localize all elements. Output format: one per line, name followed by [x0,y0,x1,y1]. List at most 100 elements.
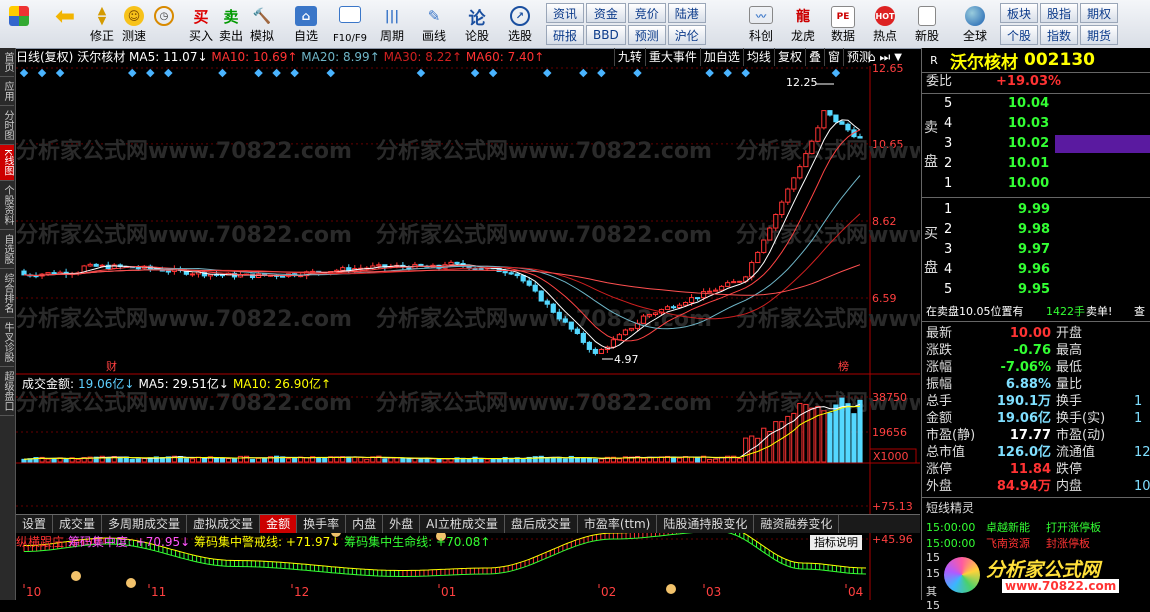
chart-tool-0[interactable]: 九转 [613,48,645,66]
f10-button[interactable]: F10/F9 [328,2,372,46]
event-marker-diamond[interactable] [37,68,47,78]
favorites-button[interactable]: ⌂ 自选 [286,2,326,46]
stock-select-button[interactable]: ↗ 选股 [500,2,540,46]
dragon-tiger-button[interactable]: 龍 龙虎 [786,2,820,46]
new-stock-button[interactable]: 新股 [910,2,944,46]
sidebar-tab-2[interactable]: 分时图 [0,106,14,145]
news-row[interactable]: 15:00:00 飞南资源 封涨停板 [922,535,1150,553]
shanghai-london-button[interactable]: 沪伦 [667,25,706,45]
lock-icon[interactable]: ⌂ [868,50,876,64]
discuss-button[interactable]: 论 论股 [460,2,494,46]
rank-badge[interactable]: 榜 [838,359,849,373]
order-notice-more[interactable]: 查 [1134,303,1145,321]
event-marker-diamond[interactable] [19,68,29,78]
event-marker-diamond[interactable] [723,68,732,78]
forecast-button[interactable]: 预测 [627,25,666,45]
draw-line-button[interactable]: ✎ 画线 [414,2,454,46]
indicator-tab-11[interactable]: 陆股通持股变化 [657,515,755,533]
chart-tool-2[interactable]: 加自选 [699,48,743,66]
quote-stock-name: 沃尔核材 [950,52,1018,73]
hand-marker-icon[interactable] [666,584,676,594]
capital-button[interactable]: 资金 [586,3,626,23]
grid-menu-button[interactable] [4,2,34,46]
event-marker-diamond[interactable] [579,68,588,78]
sidebar-tab-6[interactable]: 综合排名 [0,269,14,318]
sidebar-tab-3[interactable]: K线图 [0,145,14,181]
event-marker-diamond[interactable] [597,68,606,78]
index-button[interactable]: 指数 [1040,25,1079,45]
research-button[interactable]: 研报 [546,25,585,45]
indicator-tab-10[interactable]: 市盈率(ttm) [578,515,658,533]
indicator-tab-4[interactable]: 金额 [260,515,298,533]
indicator-tab-9[interactable]: 盘后成交量 [505,515,578,533]
event-marker-diamond[interactable] [416,68,426,78]
event-marker-diamond[interactable] [831,68,841,78]
event-marker-diamond[interactable] [128,68,137,78]
event-marker-diamond[interactable] [146,68,155,78]
clock-button[interactable]: ◷ [150,2,178,46]
stocks-button[interactable]: 个股 [1000,25,1039,45]
indicator-tab-2[interactable]: 多周期成交量 [102,515,188,533]
event-marker-diamond[interactable] [705,68,714,78]
event-marker-diamond[interactable] [254,68,263,78]
index-futures-button[interactable]: 股指 [1040,3,1079,23]
sector-button[interactable]: 板块 [1000,3,1039,23]
event-marker-diamond[interactable] [55,68,65,78]
indicator-help-button[interactable]: 指标说明 [810,535,862,550]
buy-button[interactable]: 买 买入 [186,2,216,46]
event-marker-diamond[interactable] [164,68,173,78]
news-button[interactable]: 资讯 [546,3,585,23]
chart-tool-3[interactable]: 均线 [742,48,774,66]
event-marker-diamond[interactable] [488,68,498,78]
cycle-button[interactable]: ||| 周期 [372,2,412,46]
event-markers[interactable] [19,68,841,78]
chart-tool-1[interactable]: 重大事件 [644,48,700,66]
sidebar-tab-0[interactable]: 首页 [0,48,14,77]
global-button[interactable]: 全球 [954,2,996,46]
fix-button[interactable]: ▲ ▼ 修正 [86,2,118,46]
bbd-button[interactable]: BBD [586,25,626,45]
indicator-tab-6[interactable]: 内盘 [346,515,384,533]
indicator-tab-7[interactable]: 外盘 [383,515,421,533]
sidebar-tab-7[interactable]: 牛叉诊股 [0,318,14,367]
indicator-tab-5[interactable]: 换手率 [297,515,347,533]
indicator-tab-12[interactable]: 融资融券变化 [754,515,840,533]
event-marker-diamond[interactable] [326,68,335,78]
hand-marker-icon[interactable] [126,578,136,588]
event-marker-diamond[interactable] [633,68,642,78]
data-button[interactable]: PE 数据 [826,2,860,46]
bidding-button[interactable]: 竞价 [627,3,666,23]
options-button[interactable]: 期权 [1080,3,1119,23]
kechuang-button[interactable]: 〰 科创 [744,2,778,46]
event-marker-diamond[interactable] [272,68,281,78]
event-marker-diamond[interactable] [543,68,552,78]
chart-tool-5[interactable]: 叠 [804,48,824,66]
kline-chart-area[interactable]: 12.65 10.65 8.62 6.59 分析家公式网www.70822.com 分析家… [16,48,920,600]
speed-test-button[interactable]: ☺ 测速 [118,2,150,46]
sidebar-tab-5[interactable]: 自选股 [0,230,14,269]
event-marker-diamond[interactable] [741,68,750,78]
event-marker-diamond[interactable] [470,68,480,78]
sidebar-tab-1[interactable]: 应用 [0,77,14,106]
sell-button[interactable]: 卖 卖出 [216,2,246,46]
simulate-button[interactable]: 🔨 模拟 [246,2,278,46]
back-button[interactable]: ⬅ [48,2,82,46]
indicator-tab-1[interactable]: 成交量 [53,515,103,533]
hotspot-button[interactable]: HOT 热点 [868,2,902,46]
chart-tool-4[interactable]: 复权 [773,48,805,66]
dropdown-icon[interactable]: ▼ [894,52,902,63]
sidebar-tab-8[interactable]: 超级盘口 [0,367,14,416]
hk-connect-button[interactable]: 陆港 [667,3,706,23]
event-marker-diamond[interactable] [290,68,299,78]
finance-badge[interactable]: 财 [106,359,117,373]
indicator-tab-3[interactable]: 虚拟成交量 [187,515,261,533]
indicator-tab-0[interactable]: 设置 [16,515,54,533]
sidebar-tab-4[interactable]: 个股资料 [0,181,14,230]
chart-tool-6[interactable]: 窗 [823,48,843,66]
indicator-tab-bar: 设置 成交量 多周期成交量 虚拟成交量 金额 换手率 内盘 外盘 AI立桩成交量 盘后成交量 市盈率… [16,514,920,533]
event-marker-diamond[interactable] [218,68,227,78]
next-icon[interactable]: ⏭ [879,50,890,65]
hand-marker-icon[interactable] [71,571,81,581]
futures-button[interactable]: 期货 [1080,25,1119,45]
indicator-tab-8[interactable]: AI立桩成交量 [420,515,505,533]
